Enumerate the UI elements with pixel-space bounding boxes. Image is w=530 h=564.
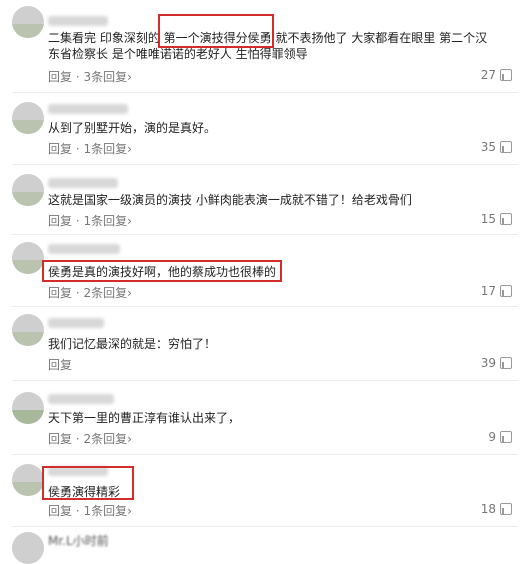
username[interactable] xyxy=(48,104,128,114)
chevron-right-icon: › xyxy=(127,214,132,228)
comment-item: 二集看完 印象深刻的 第一个演技得分侯勇 就不表扬他了 大家都看在眼里 第二个汉… xyxy=(0,0,530,90)
meta-separator: · xyxy=(72,286,84,300)
comment-text: 我们记忆最深的就是：穷怕了！ xyxy=(48,337,217,351)
replies-link[interactable]: 1条回复 xyxy=(83,504,127,518)
avatar[interactable] xyxy=(12,314,44,346)
chevron-right-icon: › xyxy=(127,504,132,518)
username[interactable] xyxy=(48,394,114,404)
meta-separator: · xyxy=(72,504,84,518)
divider xyxy=(12,164,518,165)
chevron-right-icon: › xyxy=(127,142,132,156)
reply-link[interactable]: 回复 xyxy=(48,286,72,300)
comment-meta: 回复 xyxy=(48,356,72,373)
like-button[interactable]: 17 xyxy=(481,284,512,298)
comment-meta: 回复 · 2条回复› xyxy=(48,430,132,447)
comment-text: 侯勇是真的演技好啊，他的蔡成功也很棒的 xyxy=(48,265,277,279)
like-button[interactable]: 39 xyxy=(481,356,512,370)
reply-link[interactable]: 回复 xyxy=(48,142,72,156)
like-button[interactable]: 9 xyxy=(488,430,512,444)
divider xyxy=(12,454,518,455)
comment-text: 天下第一里的曹正淳有谁认出来了， xyxy=(48,411,241,425)
thumbs-up-icon xyxy=(500,431,512,443)
username[interactable] xyxy=(48,178,118,188)
like-count: 35 xyxy=(480,140,496,154)
like-count: 39 xyxy=(480,356,496,370)
replies-link[interactable]: 2条回复 xyxy=(83,286,127,300)
like-count: 9 xyxy=(488,430,496,444)
divider xyxy=(12,306,518,307)
like-count: 15 xyxy=(480,212,496,226)
avatar[interactable] xyxy=(12,102,44,134)
replies-link[interactable]: 1条回复 xyxy=(83,142,127,156)
comment-item: 这就是国家一级演员的演技 小鲜肉能表演一成就不错了！给老戏骨们 回复 · 1条回… xyxy=(0,166,530,234)
thumbs-up-icon xyxy=(500,141,512,153)
reply-link[interactable]: 回复 xyxy=(48,214,72,228)
chevron-right-icon: › xyxy=(127,70,132,84)
avatar[interactable] xyxy=(12,242,44,274)
reply-link[interactable]: 回复 xyxy=(48,70,72,84)
avatar[interactable] xyxy=(12,174,44,206)
username[interactable] xyxy=(48,244,120,254)
thumbs-up-icon xyxy=(500,69,512,81)
replies-link[interactable]: 1条回复 xyxy=(83,214,127,228)
username[interactable] xyxy=(48,466,108,476)
comment-item: 侯勇演得精彩 回复 · 1条回复› 18 xyxy=(0,456,530,526)
thumbs-up-icon xyxy=(500,357,512,369)
comment-meta: 回复 · 3条回复› xyxy=(48,68,132,85)
thumbs-up-icon xyxy=(500,285,512,297)
meta-separator: · xyxy=(72,142,84,156)
chevron-right-icon: › xyxy=(127,432,132,446)
like-count: 17 xyxy=(480,284,496,298)
avatar[interactable] xyxy=(12,6,44,38)
replies-link[interactable]: 3条回复 xyxy=(83,70,127,84)
meta-separator: · xyxy=(72,214,84,228)
comment-text: 从到了别墅开始，演的是真好。 xyxy=(48,121,217,135)
meta-separator: · xyxy=(72,432,84,446)
avatar[interactable] xyxy=(12,464,44,496)
reply-link[interactable]: 回复 xyxy=(48,358,72,372)
comment-item: 天下第一里的曹正淳有谁认出来了， 回复 · 2条回复› 9 xyxy=(0,382,530,452)
like-button[interactable]: 27 xyxy=(481,68,512,82)
replies-link[interactable]: 2条回复 xyxy=(83,432,127,446)
divider xyxy=(12,92,518,93)
avatar[interactable] xyxy=(12,392,44,424)
meta-separator: · xyxy=(72,70,84,84)
like-count: 27 xyxy=(480,68,496,82)
divider xyxy=(12,380,518,381)
like-button[interactable]: 15 xyxy=(481,212,512,226)
comment-item: 侯勇是真的演技好啊，他的蔡成功也很棒的 回复 · 2条回复› 17 xyxy=(0,236,530,306)
like-button[interactable]: 35 xyxy=(481,140,512,154)
divider xyxy=(12,234,518,235)
divider xyxy=(12,526,518,527)
comment-meta: 回复 · 2条回复› xyxy=(48,284,132,301)
comment-meta: 回复 · 1条回复› xyxy=(48,502,132,519)
comment-meta: 回复 · 1条回复› xyxy=(48,212,132,229)
comment-text: 二集看完 印象深刻的 第一个演技得分侯勇 就不表扬他了 大家都看在眼里 第二个汉… xyxy=(48,31,488,61)
thumbs-up-icon xyxy=(500,213,512,225)
comment-item: 从到了别墅开始，演的是真好。 回复 · 1条回复› 35 xyxy=(0,96,530,162)
comment-text: 侯勇演得精彩 xyxy=(48,485,121,499)
next-comment-username[interactable]: Mr.L小时前 xyxy=(48,532,109,549)
like-button[interactable]: 18 xyxy=(481,502,512,516)
comment-text: 这就是国家一级演员的演技 小鲜肉能表演一成就不错了！给老戏骨们 xyxy=(48,193,412,207)
comment-meta: 回复 · 1条回复› xyxy=(48,140,132,157)
reply-link[interactable]: 回复 xyxy=(48,432,72,446)
username[interactable] xyxy=(48,16,108,26)
avatar[interactable] xyxy=(12,532,44,564)
username[interactable] xyxy=(48,318,104,328)
like-count: 18 xyxy=(480,502,496,516)
thumbs-up-icon xyxy=(500,503,512,515)
comment-item: 我们记忆最深的就是：穷怕了！ 回复 39 xyxy=(0,308,530,378)
reply-link[interactable]: 回复 xyxy=(48,504,72,518)
chevron-right-icon: › xyxy=(127,286,132,300)
